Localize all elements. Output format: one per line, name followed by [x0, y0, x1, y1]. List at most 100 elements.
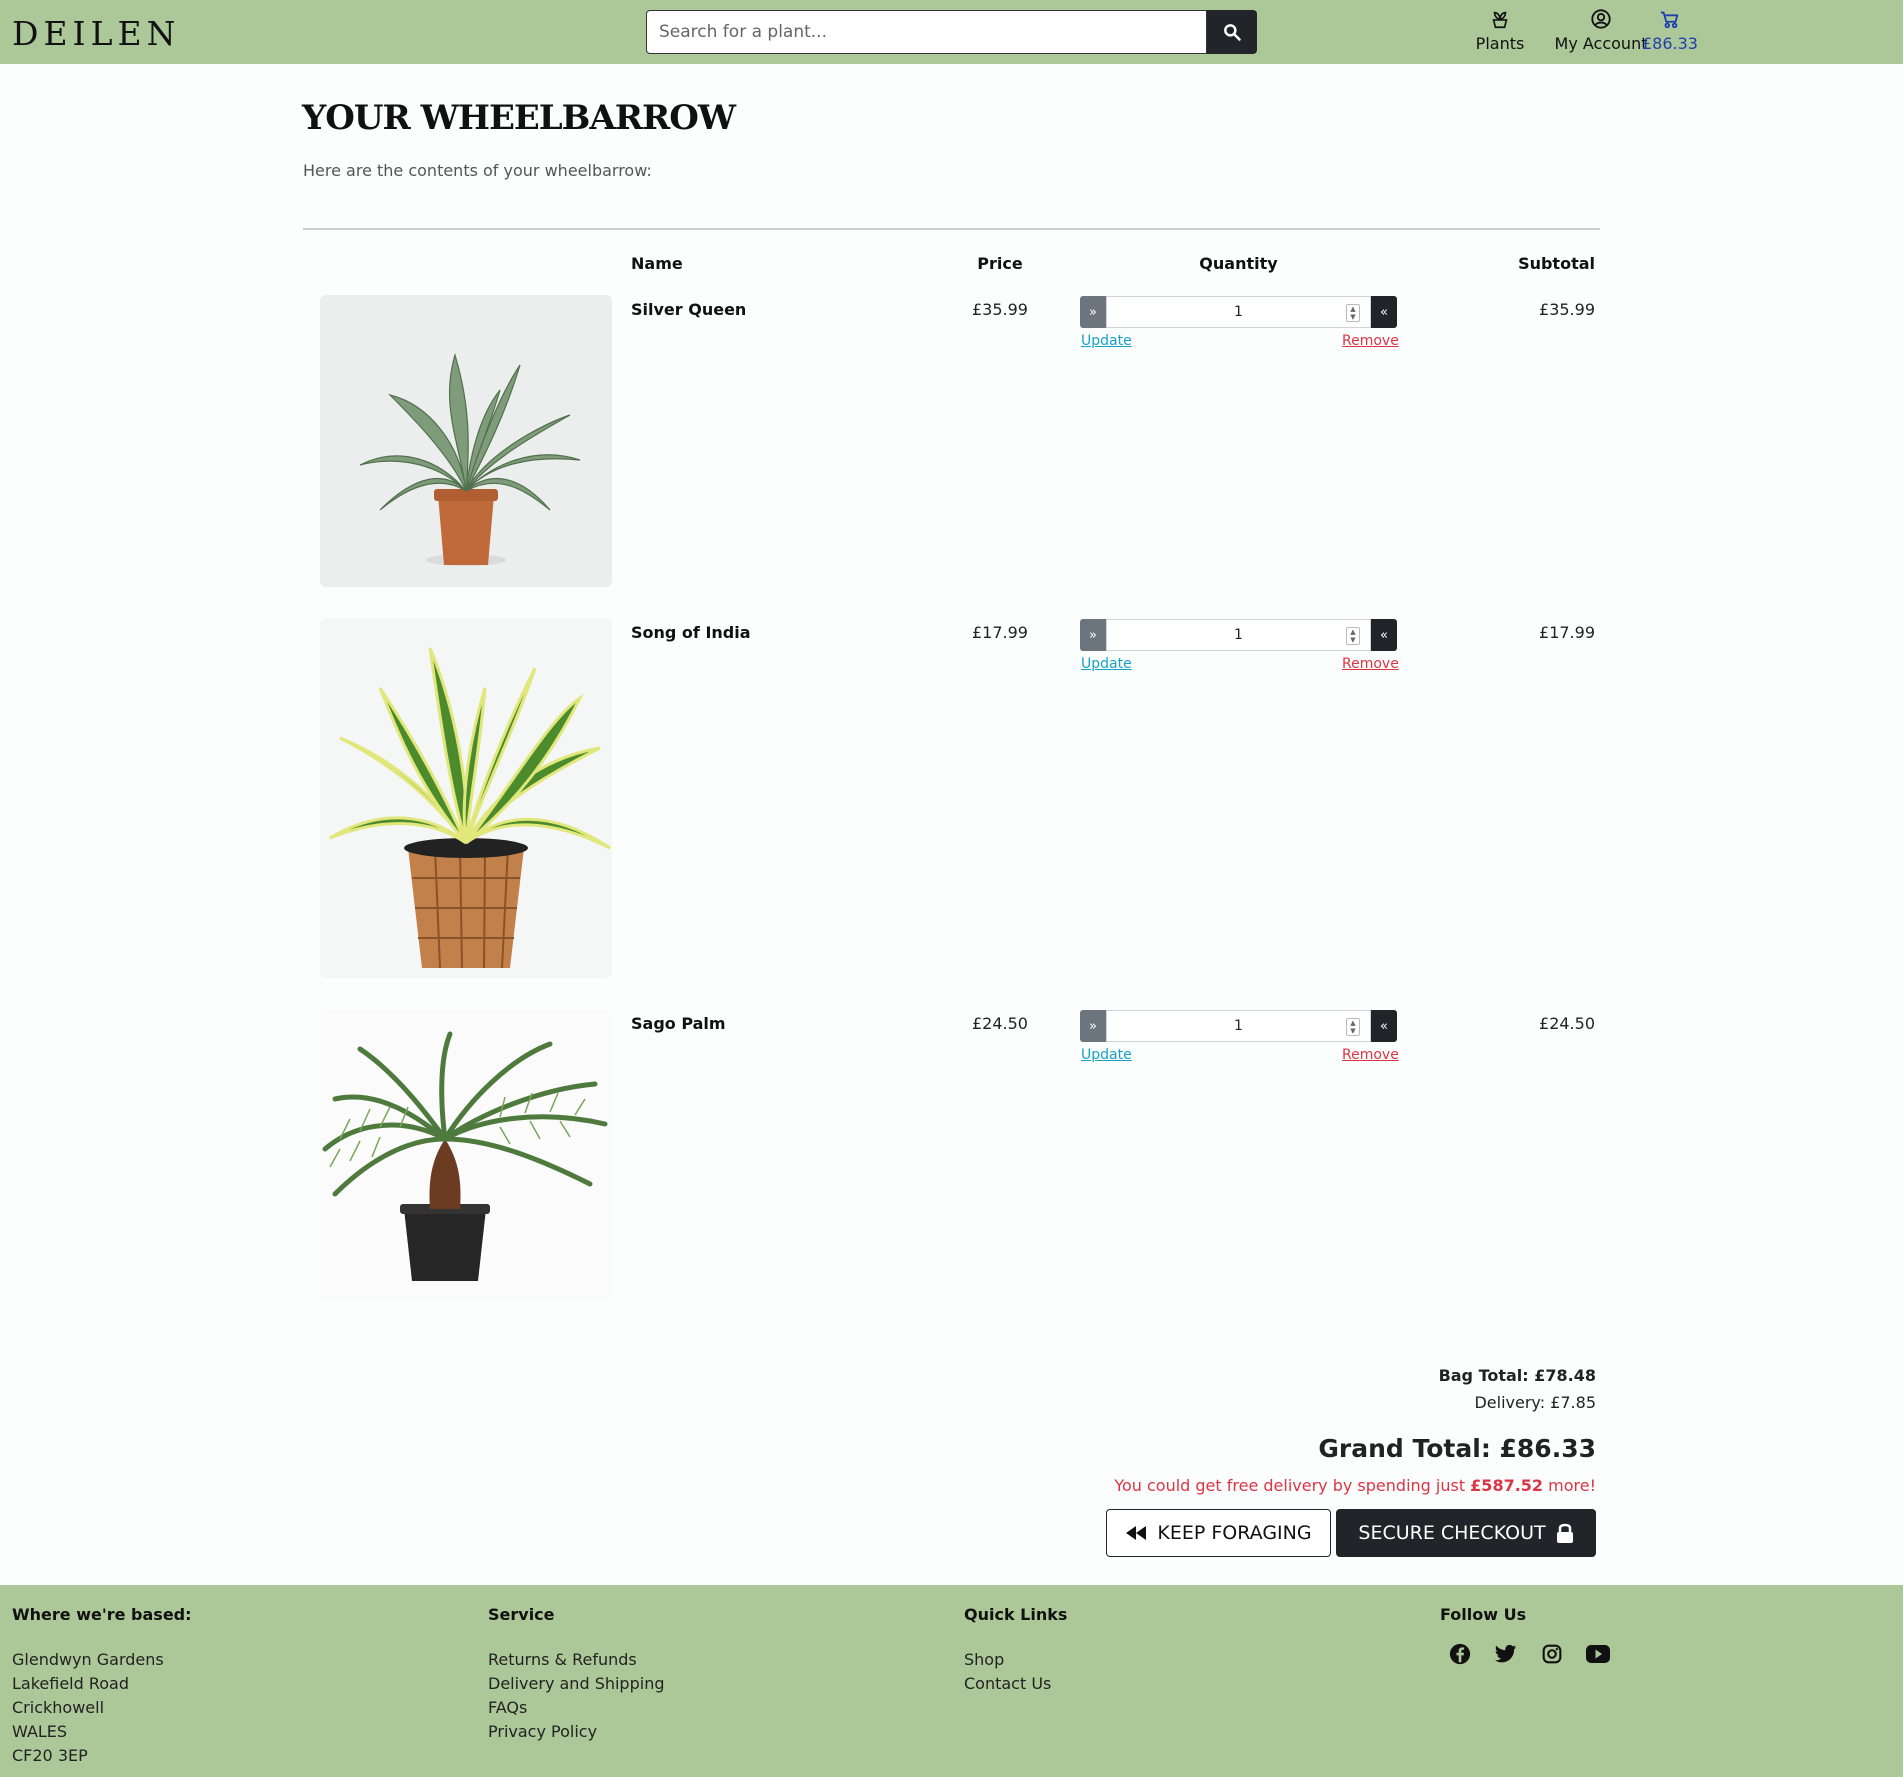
footer-link-faqs[interactable]: FAQs — [488, 1696, 664, 1720]
update-link[interactable]: Update — [1081, 1047, 1132, 1063]
checkout-label: SECURE CHECKOUT — [1358, 1522, 1546, 1544]
search-input[interactable] — [646, 10, 1207, 54]
cart-total: £86.33 — [1642, 34, 1698, 53]
quantity-stepper: » 1 ▲ ▼ « — [1080, 1010, 1397, 1042]
search-form — [646, 10, 1257, 54]
increment-button[interactable]: « — [1371, 296, 1397, 328]
free-delivery-prefix: You could get free delivery by spending … — [1114, 1476, 1471, 1495]
nav-plants-label: Plants — [1475, 34, 1525, 53]
remove-link[interactable]: Remove — [1342, 656, 1399, 672]
product-subtotal: £17.99 — [1539, 623, 1595, 642]
quantity-stepper: » 1 ▲ ▼ « — [1080, 619, 1397, 651]
twitter-icon[interactable] — [1494, 1642, 1518, 1666]
secure-checkout-button[interactable]: SECURE CHECKOUT — [1336, 1509, 1596, 1557]
page-intro: Here are the contents of your wheelbarro… — [303, 161, 652, 180]
product-name[interactable]: Sago Palm — [631, 1014, 726, 1033]
chevrons-down-icon: » — [1089, 1018, 1097, 1034]
footer-service: Service Returns & Refunds Delivery and S… — [488, 1605, 664, 1744]
header-quantity: Quantity — [1199, 254, 1278, 273]
social-links — [1448, 1642, 1610, 1666]
footer-link-returns[interactable]: Returns & Refunds — [488, 1648, 664, 1672]
product-price: £35.99 — [972, 300, 1028, 319]
search-button[interactable] — [1207, 10, 1257, 54]
chevrons-up-icon: « — [1380, 627, 1388, 643]
product-price: £24.50 — [972, 1014, 1028, 1033]
chevrons-down-icon: » — [1089, 304, 1097, 320]
address-line: Glendwyn Gardens — [12, 1650, 164, 1669]
product-image — [320, 295, 612, 587]
footer-link-delivery[interactable]: Delivery and Shipping — [488, 1672, 664, 1696]
delivery-cost: Delivery: £7.85 — [1474, 1393, 1596, 1412]
site-logo[interactable]: DEILEN — [12, 14, 180, 53]
increment-button[interactable]: « — [1371, 1010, 1397, 1042]
footer-link-shop[interactable]: Shop — [964, 1648, 1067, 1672]
bag-total: Bag Total: £78.48 — [1438, 1366, 1596, 1385]
product-subtotal: £24.50 — [1539, 1014, 1595, 1033]
address-line: WALES — [12, 1722, 68, 1741]
product-name[interactable]: Song of India — [631, 623, 751, 642]
youtube-icon[interactable] — [1586, 1642, 1610, 1666]
site-footer: Where we're based: Glendwyn Gardens Lake… — [0, 1585, 1903, 1777]
address-line: Crickhowell — [12, 1698, 105, 1717]
quantity-input[interactable]: 1 ▲ ▼ — [1106, 296, 1371, 328]
footer-quick-heading: Quick Links — [964, 1605, 1068, 1624]
chevrons-up-icon: « — [1380, 1018, 1388, 1034]
product-price: £17.99 — [972, 623, 1028, 642]
update-link[interactable]: Update — [1081, 656, 1132, 672]
divider — [303, 228, 1600, 230]
decrement-button[interactable]: » — [1080, 296, 1106, 328]
free-delivery-message: You could get free delivery by spending … — [1114, 1476, 1596, 1495]
header-name: Name — [631, 254, 683, 273]
spinner-icon[interactable]: ▲ ▼ — [1346, 304, 1360, 322]
quantity-value: 1 — [1234, 304, 1243, 320]
nav-cart[interactable]: £86.33 — [1640, 8, 1700, 53]
footer-link-privacy[interactable]: Privacy Policy — [488, 1720, 664, 1744]
footer-address-heading: Where we're based: — [12, 1605, 192, 1624]
free-delivery-amount: £587.52 — [1470, 1476, 1544, 1495]
decrement-button[interactable]: » — [1080, 1010, 1106, 1042]
product-image — [320, 618, 612, 978]
nav-account-label: My Account — [1554, 34, 1648, 53]
update-link[interactable]: Update — [1081, 333, 1132, 349]
site-header: DEILEN Plants My Account £86.33 — [0, 0, 1903, 64]
chevrons-down-icon: » — [1089, 627, 1097, 643]
footer-follow-heading: Follow Us — [1440, 1605, 1527, 1624]
instagram-icon[interactable] — [1540, 1642, 1564, 1666]
product-name[interactable]: Silver Queen — [631, 300, 746, 319]
address-line: CF20 3EP — [12, 1746, 88, 1765]
address-line: Lakefield Road — [12, 1674, 130, 1693]
backward-icon — [1126, 1526, 1147, 1540]
product-subtotal: £35.99 — [1539, 300, 1595, 319]
quantity-value: 1 — [1234, 627, 1243, 643]
decrement-button[interactable]: » — [1080, 619, 1106, 651]
header-price: Price — [977, 254, 1023, 273]
facebook-icon[interactable] — [1448, 1642, 1472, 1666]
quantity-input[interactable]: 1 ▲ ▼ — [1106, 1010, 1371, 1042]
product-image — [320, 1009, 612, 1301]
keep-foraging-label: KEEP FORAGING — [1157, 1522, 1312, 1544]
spinner-icon[interactable]: ▲ ▼ — [1346, 1018, 1360, 1036]
nav-plants[interactable]: Plants — [1472, 8, 1528, 53]
footer-quick-links: Quick Links Shop Contact Us — [964, 1605, 1067, 1696]
spinner-icon[interactable]: ▲ ▼ — [1346, 627, 1360, 645]
keep-foraging-button[interactable]: KEEP FORAGING — [1106, 1509, 1331, 1557]
grand-total: Grand Total: £86.33 — [1318, 1434, 1596, 1463]
footer-service-heading: Service — [488, 1605, 555, 1624]
remove-link[interactable]: Remove — [1342, 333, 1399, 349]
page-title: YOUR WHEELBARROW — [302, 98, 736, 138]
lock-icon — [1556, 1523, 1573, 1543]
footer-address: Where we're based: Glendwyn Gardens Lake… — [12, 1605, 192, 1768]
plant-icon — [1472, 8, 1528, 30]
free-delivery-suffix: more! — [1543, 1476, 1596, 1495]
header-subtotal: Subtotal — [1518, 254, 1595, 273]
footer-follow: Follow Us — [1440, 1605, 1610, 1666]
chevrons-up-icon: « — [1380, 304, 1388, 320]
quantity-stepper: » 1 ▲ ▼ « — [1080, 296, 1397, 328]
quantity-input[interactable]: 1 ▲ ▼ — [1106, 619, 1371, 651]
search-icon — [1224, 24, 1241, 41]
footer-link-contact[interactable]: Contact Us — [964, 1672, 1067, 1696]
remove-link[interactable]: Remove — [1342, 1047, 1399, 1063]
increment-button[interactable]: « — [1371, 619, 1397, 651]
quantity-value: 1 — [1234, 1018, 1243, 1034]
wheelbarrow-icon — [1640, 8, 1700, 30]
